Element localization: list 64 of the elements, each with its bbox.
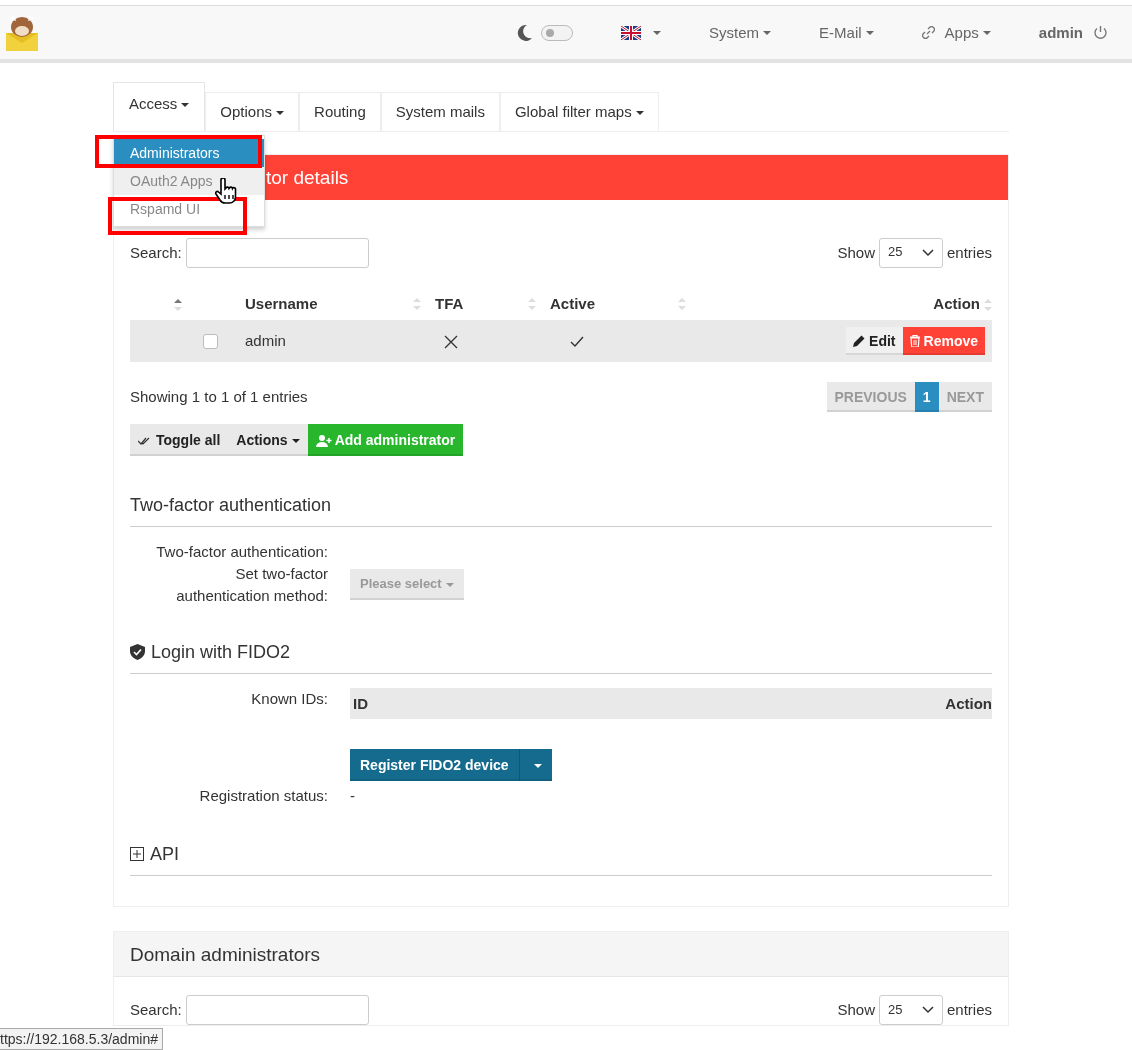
- chevron-down-icon: [921, 1005, 934, 1014]
- tab[interactable]: Routing: [299, 92, 381, 131]
- register-button[interactable]: Register FIDO2 device: [350, 748, 519, 782]
- form-label: Set two-factor authentication method:: [176, 565, 328, 604]
- column-header: ID: [353, 693, 368, 714]
- card-title: Domain administrators: [114, 931, 1008, 977]
- table-info: Showing 1 to 1 of 1 entries: [130, 387, 308, 407]
- section-title-text[interactable]: API: [150, 840, 179, 867]
- show-label: Show: [837, 1000, 875, 1021]
- nav-menu[interactable]: E-Mail: [819, 21, 874, 44]
- link-icon: [921, 26, 935, 39]
- column-header[interactable]: Active: [550, 294, 596, 312]
- tab[interactable]: Global filter maps: [499, 92, 659, 131]
- split-caret-button[interactable]: [518, 748, 552, 782]
- nav-menu[interactable]: System: [709, 21, 772, 44]
- status-value: -: [350, 787, 355, 805]
- tab[interactable]: System mails: [380, 92, 500, 131]
- sort-icon[interactable]: [174, 298, 182, 311]
- method-select: Please select: [350, 569, 464, 601]
- toggle-all-button[interactable]: Toggle all: [130, 424, 229, 457]
- form-label: Registration status:: [199, 787, 328, 805]
- entries-label: entries: [946, 242, 992, 263]
- uk-flag-icon: [621, 25, 642, 40]
- search-field[interactable]: [185, 994, 369, 1025]
- nav-menu[interactable]: Apps: [921, 21, 991, 44]
- form-label: Two-factor authentication:: [156, 543, 328, 561]
- power-icon[interactable]: [1093, 25, 1108, 40]
- menu-item[interactable]: Administrators: [114, 139, 264, 167]
- section-title: Two-factor authentication: [130, 492, 992, 528]
- column-header[interactable]: Username: [245, 294, 318, 312]
- form-label: Known IDs:: [251, 689, 328, 707]
- person-plus-icon: [315, 435, 332, 448]
- moon-icon: [517, 24, 534, 41]
- trash-icon: [909, 334, 920, 347]
- double-check-icon: [138, 437, 150, 446]
- pagination-button: PREVIOUS: [826, 381, 915, 413]
- shield-icon: [130, 643, 145, 660]
- theme-toggle[interactable]: [541, 24, 574, 41]
- tab[interactable]: Access: [113, 82, 206, 131]
- search-label: Search:: [130, 242, 182, 263]
- entries-label: entries: [946, 1000, 992, 1021]
- column-header[interactable]: Action: [933, 294, 980, 312]
- page-size-select[interactable]: 25: [878, 994, 943, 1025]
- hand-cursor-icon: [215, 178, 237, 204]
- user-name: admin: [1038, 22, 1083, 43]
- section-title-text: Login with FIDO2: [151, 640, 291, 664]
- language-menu[interactable]: [621, 25, 662, 40]
- search-field[interactable]: [185, 237, 369, 268]
- column-header[interactable]: TFA: [435, 294, 464, 312]
- status-url: ttps://192.168.5.3/admin#: [0, 1027, 163, 1050]
- pagination-button[interactable]: 1: [914, 381, 939, 413]
- search-label: Search:: [130, 1000, 182, 1021]
- plus-box-icon[interactable]: [130, 846, 144, 861]
- pagination-button: NEXT: [938, 381, 992, 413]
- table-cell: admin: [245, 331, 286, 349]
- tab[interactable]: Options: [205, 92, 300, 131]
- chevron-down-icon: [921, 248, 934, 257]
- page-size-select[interactable]: 25: [878, 237, 943, 268]
- show-label: Show: [837, 242, 875, 263]
- pencil-icon: [853, 334, 866, 347]
- column-header: Action: [945, 693, 992, 714]
- actions-button[interactable]: Actions: [228, 424, 308, 457]
- row-checkbox[interactable]: [203, 334, 218, 350]
- edit-button[interactable]: Edit: [846, 326, 903, 355]
